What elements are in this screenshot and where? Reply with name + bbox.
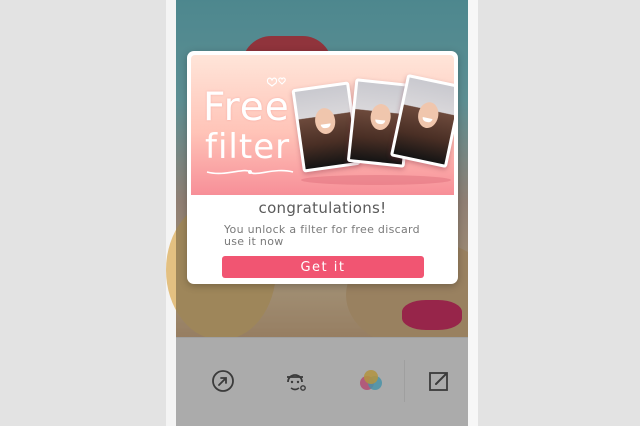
cards-shadow bbox=[301, 175, 451, 185]
dialog-message: You unlock a filter for free discard use… bbox=[224, 223, 420, 248]
banner-headline-line1: Free bbox=[203, 85, 290, 130]
free-filter-dialog: Free filter congratulations! You unlock … bbox=[187, 51, 458, 284]
dialog-title: congratulations! bbox=[258, 199, 387, 217]
get-it-button[interactable]: Get it bbox=[222, 256, 424, 278]
swirl-decoration-icon bbox=[206, 169, 294, 175]
banner-headline-line2: filter bbox=[205, 127, 291, 167]
phone-frame-right bbox=[468, 0, 478, 426]
promo-banner: Free filter bbox=[191, 55, 454, 195]
